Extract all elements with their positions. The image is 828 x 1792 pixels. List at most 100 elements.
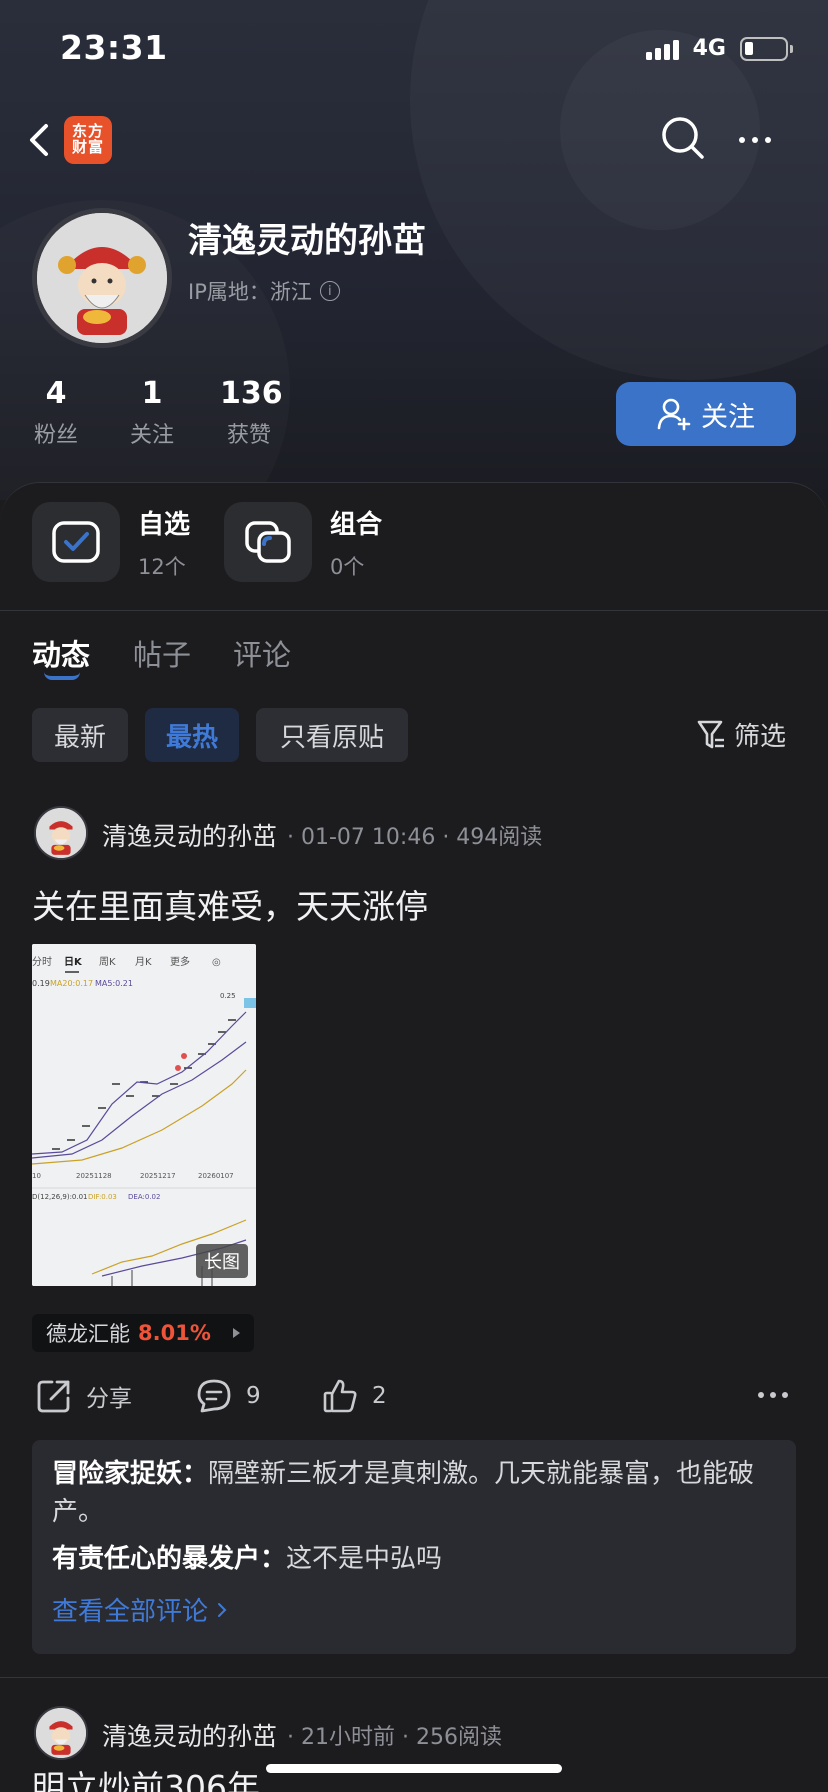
portfolio-title: 组合: [330, 509, 383, 540]
filter-button[interactable]: 筛选: [696, 716, 786, 753]
post-text[interactable]: 关在里面真难受，天天涨停: [32, 880, 428, 928]
post-author[interactable]: 清逸灵动的孙茁: [102, 1717, 277, 1753]
filter-label: 筛选: [734, 722, 787, 752]
more-options-button[interactable]: [733, 125, 777, 155]
stat-value: 1: [141, 376, 163, 411]
divider: [0, 610, 828, 611]
comment-item[interactable]: 有责任心的暴发户：这不是中弘吗: [52, 1541, 776, 1579]
follow-label: 关注: [701, 401, 755, 433]
info-icon[interactable]: i: [319, 281, 340, 301]
home-indicator[interactable]: [266, 1764, 562, 1773]
dot-icon: [758, 1392, 764, 1398]
battery-icon: [740, 36, 793, 61]
post-image[interactable]: 分时 日K 周K 月K 更多 ◎ 0.19 MA20:0.17 MA5:0.21…: [32, 944, 256, 1286]
ip-location-text: IP属地：浙江: [188, 280, 312, 304]
status-time: 23:31: [60, 28, 168, 67]
app-logo[interactable]: 东方 财富: [64, 116, 112, 164]
search-icon: [662, 117, 704, 159]
followers-stat[interactable]: 4 粉丝: [32, 376, 80, 449]
avatar-image: [36, 808, 86, 858]
logo-text: 财富: [71, 138, 104, 156]
profile-name: 清逸灵动的孙茁: [188, 221, 426, 261]
checkbox-icon: [52, 521, 100, 563]
post-author[interactable]: 清逸灵动的孙茁: [102, 817, 277, 853]
play-icon: [232, 1328, 240, 1338]
avatar-image: [37, 213, 167, 343]
filter-icon: [697, 720, 724, 748]
chevron-left-icon: [30, 124, 48, 156]
post-author-avatar[interactable]: [34, 1706, 88, 1760]
search-button[interactable]: [660, 115, 706, 161]
comment-user[interactable]: 有责任心的暴发户: [52, 1544, 260, 1574]
comment-icon: [197, 1379, 231, 1413]
like-count: 2: [372, 1383, 387, 1409]
network-type: 4G: [692, 36, 726, 61]
comment-user[interactable]: 冒险家捉妖: [52, 1459, 182, 1489]
follow-button[interactable]: 关注: [616, 382, 796, 446]
chart-date: 20251217: [140, 1172, 176, 1180]
comment-item[interactable]: 冒险家捉妖：隔壁新三板才是真刺激。几天就能暴富，也能破产。: [52, 1456, 776, 1531]
tab-indicator: [44, 672, 80, 680]
chart-tab: 月K: [135, 956, 152, 968]
original-only-chip[interactable]: 只看原贴: [256, 708, 408, 762]
sort-latest-chip[interactable]: 最新: [32, 708, 128, 762]
post-meta: · 01-07 10:46 · 494阅读: [287, 825, 543, 850]
post-more-button[interactable]: [758, 1392, 788, 1398]
signal-icon: [645, 38, 679, 60]
portfolio-count: 0个: [330, 554, 365, 579]
chart-macd: DIF:0.03: [88, 1193, 117, 1201]
stock-tag[interactable]: 德龙汇能 8.01%: [32, 1314, 254, 1352]
view-all-comments-link[interactable]: 查看全部评论: [52, 1591, 776, 1628]
following-stat[interactable]: 1 关注: [128, 376, 176, 449]
portfolio-icon-box: [224, 502, 312, 582]
comment-count: 9: [246, 1383, 261, 1409]
tab-comments[interactable]: 评论: [233, 632, 291, 674]
tab-posts[interactable]: 帖子: [133, 632, 191, 674]
chart-date: 20251128: [76, 1172, 112, 1180]
tab-activity[interactable]: 动态: [32, 632, 90, 674]
chart-ma: 0.19: [32, 979, 50, 988]
avatar-image: [36, 1708, 86, 1758]
sort-hottest-chip[interactable]: 最热: [145, 708, 239, 762]
portfolio-entry[interactable]: 组合 0个: [224, 502, 382, 582]
chart-tab: 日K: [64, 956, 83, 968]
comment-button[interactable]: 9: [196, 1378, 261, 1414]
dot-icon: [770, 1392, 776, 1398]
portfolio-icon: [245, 521, 291, 563]
share-button[interactable]: 分享: [36, 1378, 132, 1414]
back-button[interactable]: [26, 120, 56, 160]
stat-label: 粉丝: [33, 423, 78, 448]
view-all-label: 查看全部评论: [52, 1597, 209, 1628]
comment-text: 这不是中弘吗: [286, 1544, 443, 1575]
post-author-avatar[interactable]: [34, 806, 88, 860]
stock-name: 德龙汇能: [46, 1322, 130, 1346]
share-icon: [37, 1380, 70, 1413]
dot-icon: [739, 137, 745, 143]
dot-icon: [782, 1392, 788, 1398]
divider: [0, 1677, 828, 1678]
stock-change: 8.01%: [138, 1321, 211, 1345]
chart-tab: 分时: [32, 956, 52, 968]
status-indicators: 4G: [645, 36, 793, 61]
likes-stat[interactable]: 136 获赞: [220, 376, 283, 449]
stat-label: 获赞: [226, 423, 271, 448]
chart-tab: 周K: [99, 956, 116, 968]
chart-tab: ◎: [212, 957, 221, 968]
chart-date: 20260107: [198, 1172, 234, 1180]
chart-date: 10: [32, 1172, 41, 1180]
chart-macd: DEA:0.02: [128, 1193, 160, 1201]
watchlist-entry[interactable]: 自选 12个: [32, 502, 190, 582]
thumbs-up-icon: [323, 1379, 357, 1413]
share-label: 分享: [86, 1386, 132, 1412]
post-header: 清逸灵动的孙茁 · 21小时前 · 256阅读: [102, 1717, 502, 1753]
profile-header: 23:31 4G 东方 财富 清逸灵动的孙茁 IP属地：浙江 i 4 粉丝 1 …: [0, 0, 828, 500]
ip-location: IP属地：浙江 i: [188, 276, 340, 306]
post-text[interactable]: 明立炒前306年: [32, 1768, 260, 1792]
comment-preview[interactable]: 冒险家捉妖：隔壁新三板才是真刺激。几天就能暴富，也能破产。 有责任心的暴发户：这…: [32, 1440, 796, 1654]
chart-price: 0.25: [220, 992, 236, 1000]
chart-tab: 更多: [170, 955, 190, 968]
profile-avatar[interactable]: [32, 208, 172, 348]
kline-chart-thumbnail: 分时 日K 周K 月K 更多 ◎ 0.19 MA20:0.17 MA5:0.21…: [32, 944, 256, 1286]
stat-value: 136: [220, 376, 283, 411]
like-button[interactable]: 2: [322, 1378, 387, 1414]
